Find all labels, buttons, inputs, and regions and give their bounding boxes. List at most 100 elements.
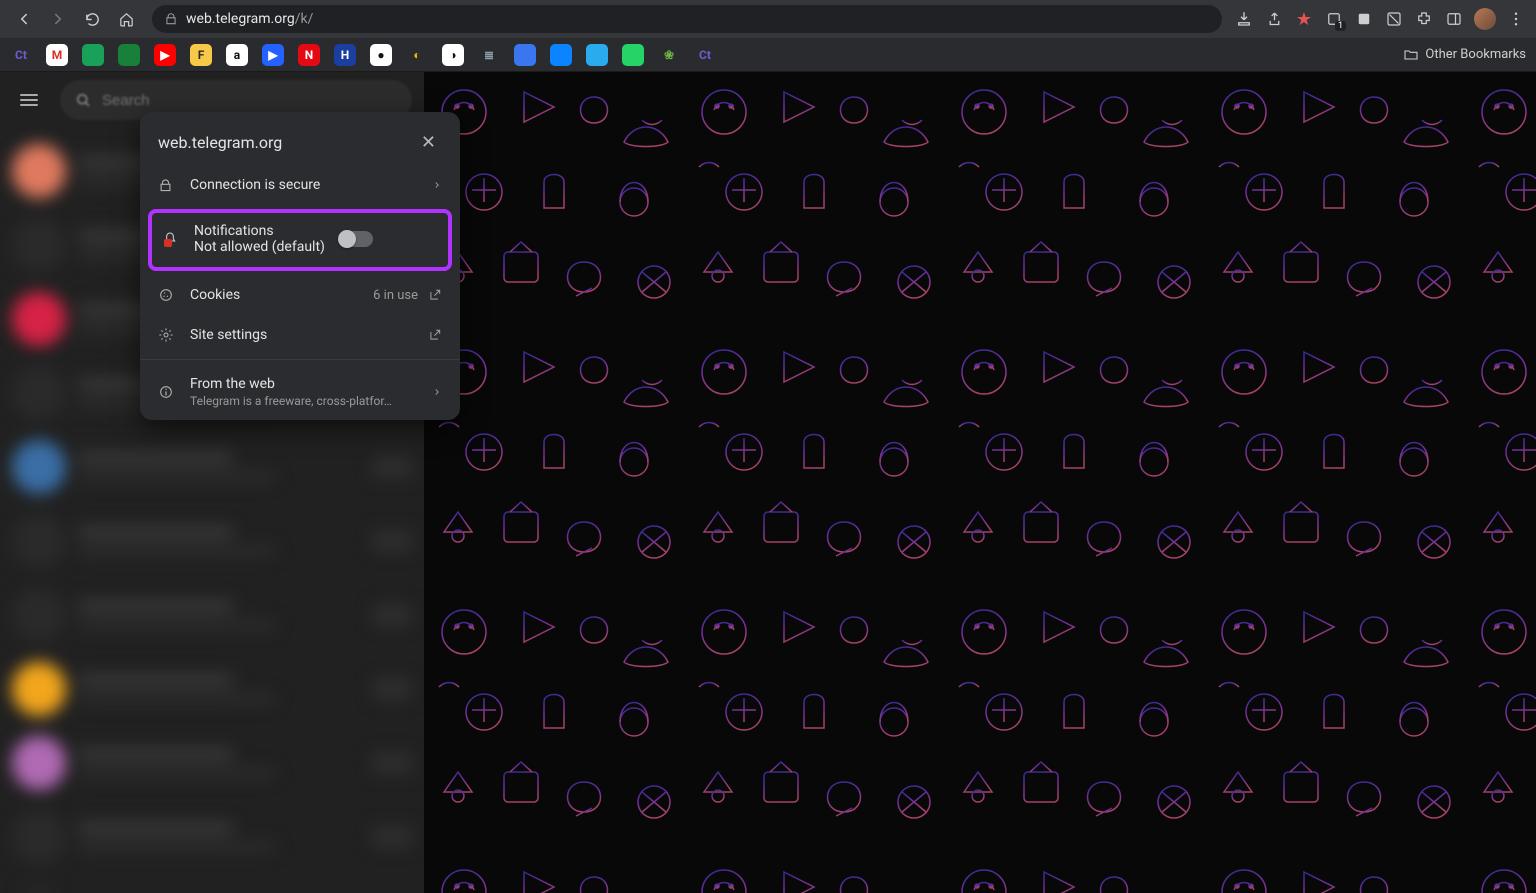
list-item[interactable] [0, 504, 424, 578]
cookie-icon [158, 287, 176, 303]
list-item[interactable] [0, 430, 424, 504]
bm-gmail[interactable]: M [46, 44, 68, 66]
avatar [12, 588, 66, 642]
hamburger-menu-icon[interactable] [12, 83, 46, 117]
open-external-icon [428, 328, 442, 342]
extensions-puzzle-icon[interactable] [1414, 9, 1434, 29]
bm-flip[interactable]: F [190, 44, 212, 66]
other-bookmarks[interactable]: Other Bookmarks [1403, 47, 1526, 63]
chat-meta [372, 530, 412, 552]
chat-meta [372, 826, 412, 848]
connection-secure-row[interactable]: Connection is secure [140, 165, 460, 205]
browser-toolbar: web.telegram.org/k/ ★ 1 [0, 0, 1536, 38]
browser-actions: ★ 1 [1234, 8, 1526, 30]
search-icon [74, 91, 92, 109]
lock-icon [158, 178, 176, 193]
bm-green[interactable] [82, 44, 104, 66]
bm-wa[interactable] [622, 44, 644, 66]
avatar [12, 662, 66, 716]
bm-chrome[interactable]: ◐ [406, 44, 428, 66]
extension-2-icon[interactable] [1354, 9, 1374, 29]
chat-meta [372, 604, 412, 626]
forward-button[interactable] [44, 5, 72, 33]
bm-play[interactable]: ▶ [262, 44, 284, 66]
site-info-popup: web.telegram.org ✕ Connection is secure … [140, 112, 460, 420]
site-settings-row[interactable]: Site settings [140, 315, 460, 355]
list-item[interactable] [0, 800, 424, 874]
chat-preview [78, 674, 360, 704]
site-settings-label: Site settings [190, 327, 414, 343]
address-bar[interactable]: web.telegram.org/k/ [152, 5, 1222, 33]
reload-button[interactable] [78, 5, 106, 33]
info-icon [158, 384, 176, 400]
notifications-blocked-icon [162, 231, 180, 247]
chat-meta [372, 678, 412, 700]
avatar [12, 440, 66, 494]
notifications-status: Not allowed (default) [194, 239, 325, 255]
bm-signal[interactable] [514, 44, 536, 66]
chat-preview [78, 600, 360, 630]
folder-icon [1403, 47, 1419, 63]
bm-h[interactable]: H [334, 44, 356, 66]
url-path: /k/ [295, 11, 314, 27]
list-item[interactable] [0, 726, 424, 800]
avatar [12, 884, 66, 893]
close-icon[interactable]: ✕ [415, 128, 442, 157]
extension-3-icon[interactable] [1384, 9, 1404, 29]
avatar [12, 514, 66, 568]
avatar [12, 736, 66, 790]
bm-tg[interactable] [586, 44, 608, 66]
extension-icon[interactable]: 1 [1324, 9, 1344, 29]
avatar [12, 218, 66, 272]
list-item[interactable] [0, 578, 424, 652]
bookmark-star-icon[interactable]: ★ [1294, 9, 1314, 29]
avatar [12, 292, 66, 346]
bm-bw[interactable]: ◑ [442, 44, 464, 66]
gear-icon [158, 327, 176, 343]
open-external-icon [428, 288, 442, 302]
other-bookmarks-label: Other Bookmarks [1425, 47, 1526, 62]
back-button[interactable] [10, 5, 38, 33]
profile-avatar[interactable] [1474, 8, 1496, 30]
install-app-icon[interactable] [1234, 9, 1254, 29]
chat-preview [78, 526, 360, 556]
bm-netflix[interactable]: N [298, 44, 320, 66]
home-button[interactable] [112, 5, 140, 33]
notifications-row: Notifications Not allowed (default) [148, 209, 452, 271]
chevron-right-icon [432, 180, 442, 190]
from-the-web-row[interactable]: From the web Telegram is a freeware, cro… [140, 364, 460, 420]
side-panel-icon[interactable] [1444, 9, 1464, 29]
list-item[interactable] [0, 874, 424, 893]
popup-site-title: web.telegram.org [158, 133, 282, 152]
bm-ct[interactable]: Ct [10, 44, 32, 66]
url-domain: web.telegram.org [186, 11, 295, 27]
share-icon[interactable] [1264, 9, 1284, 29]
notifications-toggle[interactable] [339, 231, 373, 247]
chat-preview [78, 822, 360, 852]
search-input[interactable] [102, 92, 398, 109]
chevron-right-icon [432, 387, 442, 397]
avatar [12, 366, 66, 420]
bm-yt[interactable]: ▶ [154, 44, 176, 66]
bm-amz[interactable]: a [226, 44, 248, 66]
cookies-row[interactable]: Cookies 6 in use [140, 275, 460, 315]
connection-secure-label: Connection is secure [190, 177, 418, 193]
telegram-doodle-background [424, 72, 1536, 893]
avatar [12, 810, 66, 864]
bm-leaf[interactable]: ❀ [658, 44, 680, 66]
bm-msg[interactable] [550, 44, 572, 66]
bm-cam[interactable]: ● [370, 44, 392, 66]
cookies-count: 6 in use [373, 288, 418, 303]
chat-meta [372, 752, 412, 774]
bm-sheets[interactable] [118, 44, 140, 66]
avatar [12, 144, 66, 198]
chat-preview [78, 452, 360, 482]
notifications-title: Notifications [194, 223, 325, 239]
bm-ct2[interactable]: Ct [694, 44, 716, 66]
list-item[interactable] [0, 652, 424, 726]
chat-preview [78, 748, 360, 778]
browser-menu-icon[interactable] [1506, 9, 1526, 29]
bookmarks-bar: Ct M ▶ Fa ▶ NH ● ◐ ◑ ≣ ❀ Ct Other Bookmarks [0, 38, 1536, 72]
bm-layers[interactable]: ≣ [478, 44, 500, 66]
telegram-chat-window [424, 72, 1536, 893]
